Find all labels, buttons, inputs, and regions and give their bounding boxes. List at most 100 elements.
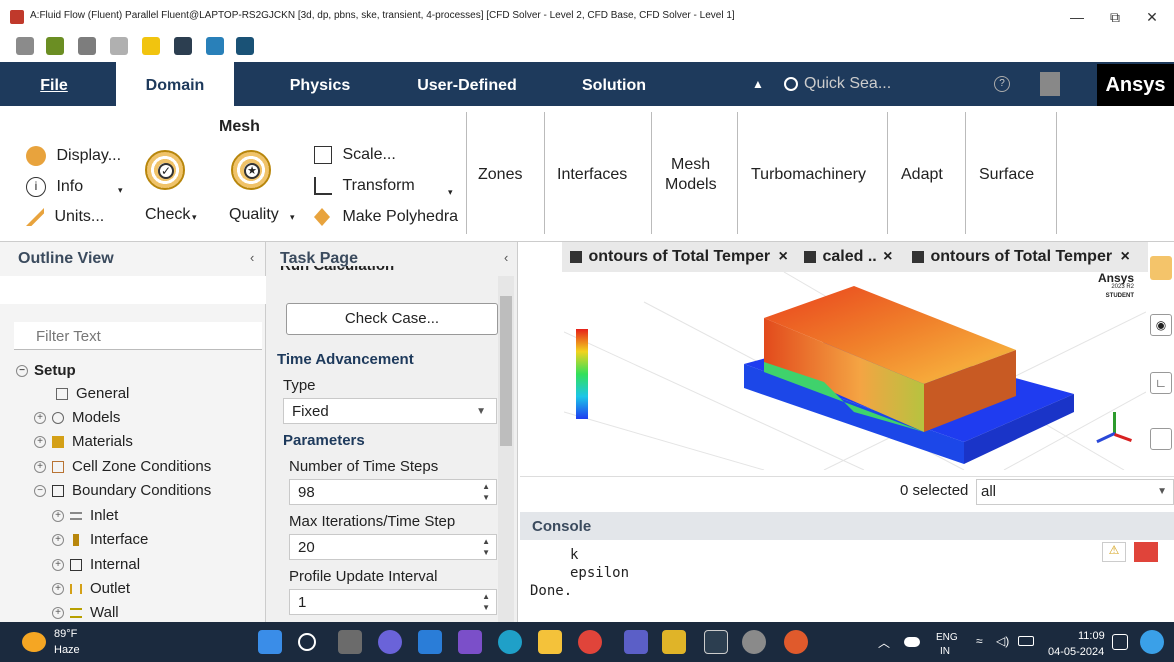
visual-studio-icon[interactable] <box>458 630 482 654</box>
expand-icon[interactable]: + <box>52 534 64 547</box>
file-explorer-icon[interactable] <box>538 630 562 654</box>
wifi-icon[interactable]: ≈ <box>976 634 983 648</box>
expand-icon[interactable]: + <box>34 412 46 425</box>
units-button[interactable]: Units... <box>26 208 126 232</box>
max-iterations-input[interactable]: 20 ▲ ▼ <box>289 534 497 560</box>
copilot-icon[interactable] <box>1140 630 1164 654</box>
eye-icon[interactable]: ◉ <box>1150 314 1172 336</box>
spinner-icon[interactable]: ▲ ▼ <box>482 536 490 558</box>
close-icon[interactable]: × <box>883 248 892 265</box>
task-scrollbar[interactable] <box>498 276 514 622</box>
interfaces-button[interactable]: Interfaces <box>557 166 627 184</box>
adapt-button[interactable]: Adapt <box>901 166 943 184</box>
collapse-panel-icon[interactable]: ‹ <box>504 250 508 265</box>
axes-icon[interactable]: ∟ <box>1150 372 1172 394</box>
tab-solution[interactable]: Solution <box>566 62 662 106</box>
parameters-icon[interactable] <box>206 37 224 55</box>
chrome-profile-icon[interactable] <box>784 630 808 654</box>
layout-icon[interactable] <box>1040 72 1060 96</box>
turbomachinery-button[interactable]: Turbomachinery <box>751 166 866 184</box>
mesh-models-line1[interactable]: Mesh <box>671 156 710 174</box>
stop-icon[interactable] <box>1134 542 1158 562</box>
tab-domain[interactable]: Domain <box>116 62 234 106</box>
tree-models[interactable]: + Models <box>34 409 120 426</box>
check-case-button[interactable]: Check Case... <box>286 303 498 335</box>
tree-materials[interactable]: + Materials <box>34 433 133 450</box>
mode-icon[interactable] <box>236 37 254 55</box>
close-icon[interactable]: × <box>779 248 788 265</box>
start-icon[interactable] <box>258 630 282 654</box>
surface-button[interactable]: Surface <box>979 166 1034 184</box>
expand-icon[interactable]: + <box>52 607 64 620</box>
tab-file[interactable]: File <box>24 62 84 106</box>
store-icon[interactable] <box>418 630 442 654</box>
tab-contours-2[interactable]: ontours of Total Temper × <box>912 242 1148 272</box>
tree-cell-zone-conditions[interactable]: + Cell Zone Conditions <box>34 458 211 475</box>
tree-outlet[interactable]: + Outlet <box>52 580 130 597</box>
tree-general[interactable]: General <box>56 385 129 402</box>
collapse-icon[interactable]: − <box>16 365 28 378</box>
layer-icon[interactable] <box>1150 256 1172 280</box>
quick-search[interactable]: Quick Sea... <box>778 68 926 100</box>
zones-button[interactable]: Zones <box>478 166 522 184</box>
info-button[interactable]: i Info ▾ <box>26 177 126 201</box>
restore-button[interactable]: ⧉ <box>1100 6 1130 28</box>
collapse-panel-icon[interactable]: ‹ <box>250 250 254 265</box>
transform-button[interactable]: Transform ▾ <box>314 177 464 201</box>
tab-contours-1[interactable]: ontours of Total Temper × <box>570 242 800 272</box>
check-button[interactable]: ✓ Check ▾ <box>140 150 200 230</box>
tree-internal[interactable]: + Internal <box>52 556 140 573</box>
search-icon[interactable] <box>298 633 316 651</box>
battery-icon[interactable] <box>1018 636 1034 646</box>
help-icon[interactable]: ? <box>994 76 1010 92</box>
profile-update-input[interactable]: 1 ▲ ▼ <box>289 589 497 615</box>
warning-icon[interactable]: ⚠ <box>1102 542 1126 562</box>
settings-icon[interactable] <box>742 630 766 654</box>
expand-icon[interactable]: + <box>52 559 64 572</box>
volume-icon[interactable]: ◁) <box>996 634 1009 648</box>
task-view-icon[interactable] <box>338 630 362 654</box>
selection-filter-dropdown[interactable]: all ▼ <box>976 479 1174 505</box>
teams-icon[interactable] <box>624 630 648 654</box>
tab-scaled[interactable]: caled .. × <box>804 242 908 272</box>
console-output[interactable]: k epsilon Done. <box>520 540 1150 622</box>
spinner-icon[interactable]: ▲ ▼ <box>482 591 490 613</box>
tab-physics[interactable]: Physics <box>280 62 360 106</box>
close-button[interactable]: ✕ <box>1137 6 1167 28</box>
tree-interface[interactable]: + Interface <box>52 531 148 548</box>
open-icon[interactable] <box>16 37 34 55</box>
display-button[interactable]: Display... <box>26 146 136 170</box>
write-case-icon[interactable] <box>78 37 96 55</box>
collapse-ribbon-icon[interactable]: ▲ <box>752 77 764 91</box>
collapse-icon[interactable]: − <box>34 485 46 498</box>
chat-icon[interactable] <box>378 630 402 654</box>
tree-inlet[interactable]: + Inlet <box>52 507 118 524</box>
workbench-taskbar-icon[interactable] <box>662 630 686 654</box>
expand-icon[interactable]: + <box>34 436 46 449</box>
graphics-window[interactable]: Ansys 2023 R2 STUDENT <box>520 242 1174 510</box>
scale-button[interactable]: Scale... <box>314 146 434 170</box>
tray-chevron-icon[interactable]: ︿ <box>878 634 890 651</box>
clock-date[interactable]: 04-05-2024 <box>1048 646 1104 658</box>
filter-input[interactable]: Filter Text <box>14 322 262 350</box>
make-polyhedra-button[interactable]: Make Polyhedra <box>314 208 464 232</box>
tree-setup[interactable]: − Setup <box>16 362 76 379</box>
graphics-viewport[interactable]: Ansys 2023 R2 STUDENT <box>564 272 1146 470</box>
language-line2[interactable]: IN <box>940 646 950 657</box>
tree-boundary-conditions[interactable]: − Boundary Conditions <box>34 482 211 499</box>
tree-wall[interactable]: + Wall <box>52 604 119 621</box>
spinner-icon[interactable]: ▲ ▼ <box>482 481 490 503</box>
notification-icon[interactable] <box>1112 634 1128 650</box>
expand-icon[interactable]: + <box>34 461 46 474</box>
quality-button[interactable]: ★ Quality ▾ <box>228 150 304 230</box>
expand-icon[interactable]: + <box>52 510 64 523</box>
clock-time[interactable]: 11:09 <box>1078 630 1105 642</box>
fluent-taskbar-icon[interactable] <box>704 630 728 654</box>
chrome-icon[interactable] <box>578 630 602 654</box>
weather-icon[interactable] <box>22 632 46 652</box>
lightning-icon[interactable] <box>142 37 160 55</box>
read-case-icon[interactable] <box>46 37 64 55</box>
expand-icon[interactable]: + <box>52 583 64 596</box>
workbench-icon[interactable] <box>174 37 192 55</box>
close-icon[interactable]: × <box>1121 248 1130 265</box>
